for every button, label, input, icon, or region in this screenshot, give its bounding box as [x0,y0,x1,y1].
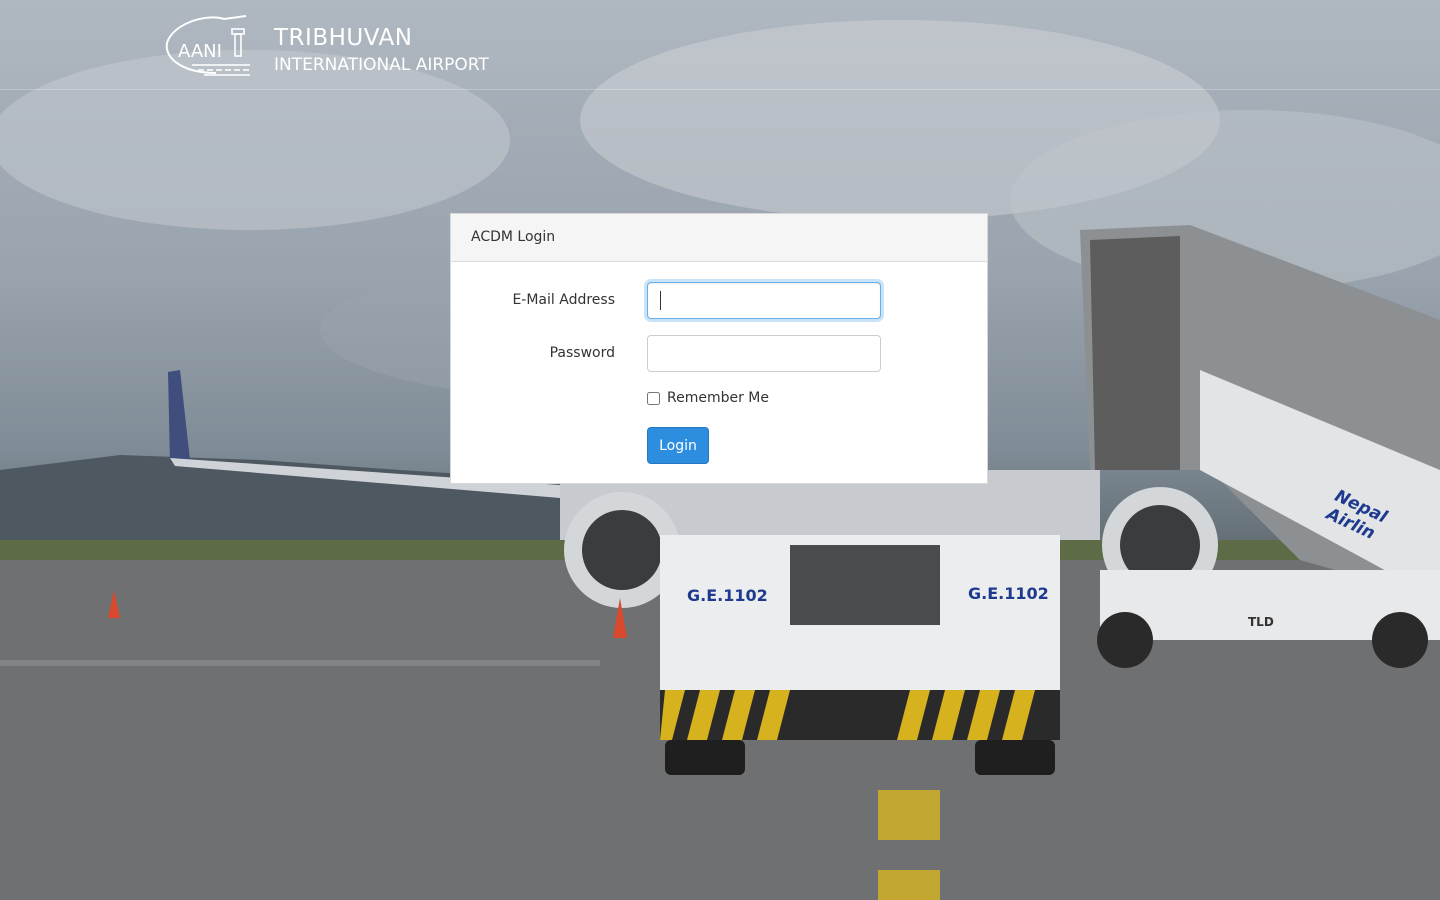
brand-title: TRIBHUVAN [274,25,413,51]
remember-me-label[interactable]: Remember Me [667,390,769,406]
remember-me-checkbox[interactable] [647,391,660,405]
truck-logo: TLD [1248,615,1274,629]
email-label: E-Mail Address [512,292,615,308]
login-button[interactable]: Login [647,427,709,464]
vehicle-marking-left: G.E.1102 [687,586,768,605]
airport-logo-icon: AANI [165,15,250,76]
aani-logo[interactable]: AANI [164,11,254,79]
vehicle-marking-right: G.E.1102 [968,584,1049,603]
login-panel: ACDM Login E-Mail Address Password Remem… [450,213,988,484]
remember-me-group: Remember Me [647,390,769,406]
header-bar: AANI TRIBHUVAN INTERNATIONAL AIRPORT [0,0,1440,90]
brand-subtitle: INTERNATIONAL AIRPORT [274,55,489,75]
login-panel-heading: ACDM Login [451,214,987,262]
password-field[interactable] [647,335,881,372]
email-field[interactable] [647,282,881,319]
password-label: Password [549,345,615,361]
text-cursor [660,291,661,310]
svg-text:AANI: AANI [178,41,222,62]
